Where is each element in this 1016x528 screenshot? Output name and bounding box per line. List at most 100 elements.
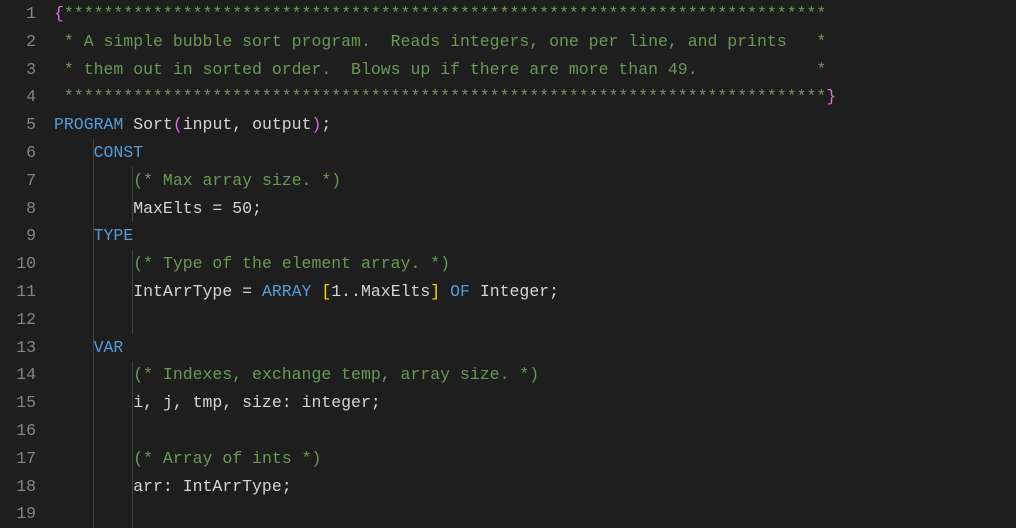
code-token: VAR	[94, 338, 124, 357]
indent-guide	[93, 250, 94, 278]
code-line[interactable]	[54, 500, 1016, 528]
code-token: MaxElts	[361, 282, 430, 301]
code-token: ,	[232, 115, 252, 134]
code-line[interactable]	[54, 417, 1016, 445]
code-token: 50	[232, 199, 252, 218]
line-number: 9	[8, 222, 36, 250]
indent-guide	[93, 445, 94, 473]
code-line[interactable]: IntArrType = ARRAY [1..MaxElts] OF Integ…	[54, 278, 1016, 306]
indent-guide	[93, 167, 94, 195]
code-line[interactable]: TYPE	[54, 222, 1016, 250]
indent-guide	[93, 361, 94, 389]
line-number: 15	[8, 389, 36, 417]
code-token: ARRAY	[262, 282, 312, 301]
line-number: 16	[8, 417, 36, 445]
code-token: IntArrType =	[54, 282, 262, 301]
code-line[interactable]: i, j, tmp, size: integer;	[54, 389, 1016, 417]
code-token: * them out in sorted order. Blows up if …	[54, 60, 826, 79]
indent-guide	[132, 195, 133, 223]
code-line[interactable]: PROGRAM Sort(input, output);	[54, 111, 1016, 139]
indent-guide	[93, 417, 94, 445]
code-token: (* Max array size. *)	[133, 171, 341, 190]
code-token	[54, 143, 94, 162]
line-number: 18	[8, 473, 36, 501]
code-token	[54, 226, 94, 245]
code-token: input	[183, 115, 233, 134]
line-number: 11	[8, 278, 36, 306]
code-line[interactable]: ****************************************…	[54, 83, 1016, 111]
line-number: 2	[8, 28, 36, 56]
code-line[interactable]: MaxElts = 50;	[54, 195, 1016, 223]
code-token: ]	[430, 282, 440, 301]
code-token: [	[321, 282, 331, 301]
line-number: 10	[8, 250, 36, 278]
code-line[interactable]: {***************************************…	[54, 0, 1016, 28]
code-token: }	[826, 87, 836, 106]
code-token: ..	[341, 282, 361, 301]
indent-guide	[93, 306, 94, 334]
line-number-gutter: 12345678910111213141516171819	[0, 0, 54, 528]
code-line[interactable]	[54, 306, 1016, 334]
indent-guide	[132, 361, 133, 389]
indent-guide	[132, 500, 133, 528]
indent-guide	[132, 167, 133, 195]
code-line[interactable]: (* Max array size. *)	[54, 167, 1016, 195]
code-token	[54, 338, 94, 357]
code-line[interactable]: (* Array of ints *)	[54, 445, 1016, 473]
code-editor[interactable]: 12345678910111213141516171819 {*********…	[0, 0, 1016, 528]
line-number: 1	[8, 0, 36, 28]
code-token: )	[311, 115, 321, 134]
indent-guide	[93, 195, 94, 223]
code-token: arr: IntArrType;	[54, 477, 292, 496]
indent-guide	[132, 306, 133, 334]
code-token: ****************************************…	[54, 87, 826, 106]
indent-guide	[93, 278, 94, 306]
code-token: MaxElts =	[54, 199, 232, 218]
indent-guide	[132, 417, 133, 445]
code-line[interactable]: (* Indexes, exchange temp, array size. *…	[54, 361, 1016, 389]
code-token: {	[54, 4, 64, 23]
code-token: CONST	[94, 143, 144, 162]
line-number: 6	[8, 139, 36, 167]
code-token: ;	[321, 115, 331, 134]
indent-guide	[132, 250, 133, 278]
indent-guide	[132, 445, 133, 473]
line-number: 14	[8, 361, 36, 389]
code-token: Integer	[470, 282, 549, 301]
line-number: 19	[8, 500, 36, 528]
code-token: (* Array of ints *)	[133, 449, 321, 468]
code-token: output	[252, 115, 311, 134]
code-line[interactable]: CONST	[54, 139, 1016, 167]
code-token: * A simple bubble sort program. Reads in…	[54, 32, 826, 51]
indent-guide	[93, 389, 94, 417]
code-token: TYPE	[94, 226, 134, 245]
indent-guide	[93, 139, 94, 167]
code-line[interactable]: VAR	[54, 334, 1016, 362]
line-number: 13	[8, 334, 36, 362]
indent-guide	[132, 389, 133, 417]
code-token: Sort	[123, 115, 173, 134]
code-token: PROGRAM	[54, 115, 123, 134]
indent-guide	[93, 222, 94, 250]
code-token	[311, 282, 321, 301]
code-token: ;	[549, 282, 559, 301]
line-number: 7	[8, 167, 36, 195]
code-line[interactable]: (* Type of the element array. *)	[54, 250, 1016, 278]
code-token: 1	[331, 282, 341, 301]
code-line[interactable]: arr: IntArrType;	[54, 473, 1016, 501]
line-number: 8	[8, 195, 36, 223]
line-number: 12	[8, 306, 36, 334]
code-token: ;	[252, 199, 262, 218]
line-number: 5	[8, 111, 36, 139]
code-line[interactable]: * them out in sorted order. Blows up if …	[54, 56, 1016, 84]
code-token	[440, 282, 450, 301]
code-line[interactable]: * A simple bubble sort program. Reads in…	[54, 28, 1016, 56]
code-token: i, j, tmp, size: integer;	[54, 393, 381, 412]
code-token: ****************************************…	[64, 4, 826, 23]
code-area[interactable]: {***************************************…	[54, 0, 1016, 528]
indent-guide	[132, 473, 133, 501]
code-token: (* Type of the element array. *)	[133, 254, 450, 273]
code-token: OF	[450, 282, 470, 301]
line-number: 3	[8, 56, 36, 84]
indent-guide	[93, 500, 94, 528]
